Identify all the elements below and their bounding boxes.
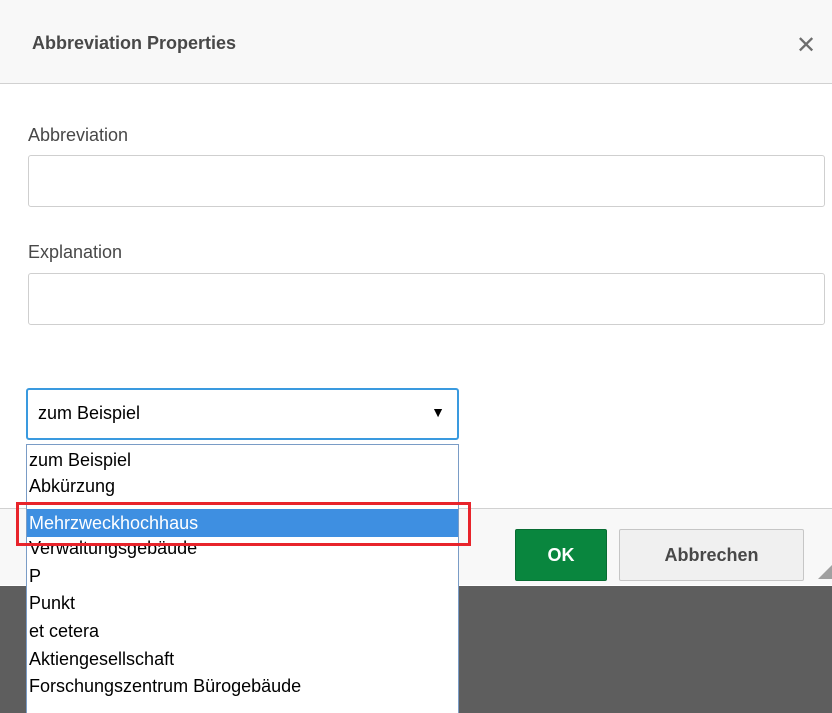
abbreviation-label: Abbreviation bbox=[28, 125, 129, 145]
dropdown-option[interactable]: Verwaltungsgebäude bbox=[27, 537, 458, 559]
dropdown-option[interactable]: zum Beispiel bbox=[27, 449, 458, 471]
explanation-label: Explanation bbox=[28, 242, 123, 262]
cancel-button[interactable]: Abbrechen bbox=[619, 529, 804, 581]
dropdown-option[interactable]: et cetera bbox=[27, 620, 458, 642]
dialog-title: Abbreviation Properties bbox=[32, 33, 237, 53]
ok-button[interactable]: OK bbox=[515, 529, 607, 581]
dropdown-option[interactable]: Mehrzweckhochhaus bbox=[27, 509, 458, 537]
dropdown-option[interactable]: Punkt bbox=[27, 592, 458, 614]
abbreviation-input[interactable] bbox=[28, 155, 825, 207]
select-value: zum Beispiel bbox=[38, 403, 141, 423]
explanation-input[interactable] bbox=[28, 273, 825, 325]
select-dropdown-list: zum Beispiel Abkürzung Mehrzweckhochhaus Ve… bbox=[26, 444, 459, 713]
dropdown-option[interactable]: Forschungszentrum Bürogebäude bbox=[27, 675, 458, 697]
abbreviation-select[interactable]: zum Beispiel ▼ bbox=[26, 388, 459, 440]
close-icon[interactable]: ✕ bbox=[790, 30, 822, 62]
dropdown-option[interactable]: Aktiengesellschaft bbox=[27, 648, 458, 670]
abbreviation-dialog: Abbreviation Properties ✕ Abbreviation E… bbox=[0, 0, 832, 713]
dropdown-option[interactable]: P bbox=[27, 565, 458, 587]
dropdown-arrow-icon: ▼ bbox=[431, 404, 445, 420]
dialog-header: Abbreviation Properties ✕ bbox=[0, 0, 832, 84]
resize-grip-icon[interactable] bbox=[818, 565, 832, 579]
dropdown-option[interactable]: Abkürzung bbox=[27, 475, 458, 497]
